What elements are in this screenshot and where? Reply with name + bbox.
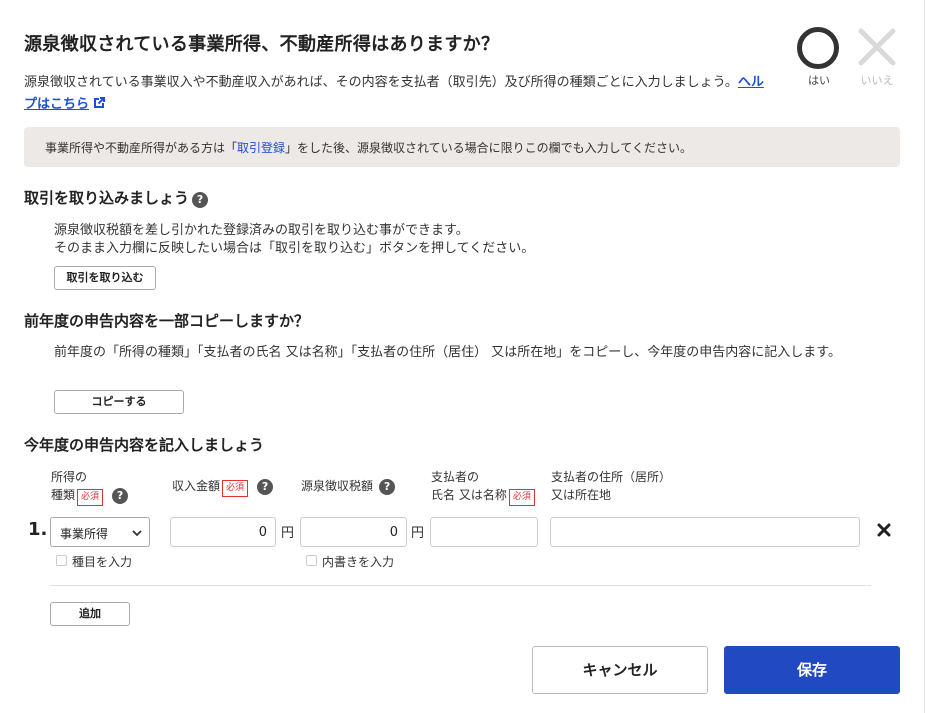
income-amount-input[interactable]: 0 <box>170 517 276 547</box>
income-yen-unit: 円 <box>281 526 295 541</box>
copy-heading: 前年度の申告内容を一部コピーしますか？ <box>24 312 310 330</box>
transaction-registration-link[interactable]: 取引登録 <box>237 141 285 155</box>
no-label[interactable]: いいえ <box>859 72 895 88</box>
dialog: 源泉徴収されている事業所得、不動産所得はありますか？ 源泉徴収されている事業収入… <box>0 0 925 713</box>
entry-heading: 今年度の申告内容を記入しましょう <box>24 436 265 454</box>
col-withholding-text: 源泉徴収税額 <box>301 479 374 493</box>
no-cross-icon[interactable] <box>855 25 899 69</box>
col-type-line2: 種類 <box>51 488 76 502</box>
import-heading-text: 取引を取り込みましょう <box>24 189 190 207</box>
import-text-line1: 源泉徴収税額を差し引かれた登録済みの取引を取り込む事ができます。 <box>54 223 469 238</box>
row-index: 1. <box>28 519 48 540</box>
col-withholding-label: 源泉徴収税額? <box>301 477 396 495</box>
chevron-down-icon <box>132 527 142 541</box>
type-checkbox-label: 種目を入力 <box>72 555 133 569</box>
save-button[interactable]: 保存 <box>724 646 900 694</box>
required-badge: 必須 <box>222 480 249 497</box>
col-payer-name-line2-row: 氏名 又は名称 必須 <box>431 486 535 506</box>
required-badge: 必須 <box>77 489 104 506</box>
col-payer-address-line2: 又は所在地 <box>551 488 612 502</box>
divider <box>50 585 871 586</box>
help-question-icon[interactable]: ? <box>112 488 129 504</box>
dialog-description: 源泉徴収されている事業収入や不動産収入があれば、その内容を支払者（取引先）及び所… <box>24 72 774 119</box>
col-payer-address-line1: 支払者の住所（居所） <box>551 470 672 484</box>
withholding-checkbox-label: 内書きを入力 <box>322 555 395 569</box>
income-type-value: 事業所得 <box>60 527 109 541</box>
external-link-icon[interactable] <box>91 95 107 119</box>
dialog-title: 源泉徴収されている事業所得、不動産所得はありますか？ <box>24 34 500 55</box>
import-transactions-button[interactable]: 取引を取り込む <box>54 266 156 290</box>
notice-suffix: 」をした後、源泉徴収されている場合に限りこの欄でも入力してください。 <box>285 141 692 155</box>
type-checkbox[interactable] <box>56 555 67 566</box>
income-type-select[interactable]: 事業所得 <box>50 517 150 547</box>
yes-circle-icon[interactable] <box>797 27 839 69</box>
col-type-line1: 所得の <box>51 470 88 484</box>
payer-name-input[interactable] <box>430 517 538 547</box>
col-income-amount-label: 収入金額 必須? <box>172 477 274 497</box>
col-income-type-label: 所得の 種類 必須? <box>51 468 129 506</box>
withholding-yen-unit: 円 <box>411 526 425 541</box>
help-question-icon[interactable]: ? <box>257 479 274 495</box>
delete-row-icon[interactable] <box>877 522 891 537</box>
col-type-line2-row: 種類 必須? <box>51 486 129 506</box>
description-text: 源泉徴収されている事業収入や不動産収入があれば、その内容を支払者（取引先）及び所… <box>24 75 738 90</box>
withholding-inclusive-checkbox[interactable] <box>306 555 317 566</box>
import-text-line2: そのまま入力欄に反映したい場合は「取引を取り込む」ボタンを押してください。 <box>54 241 535 256</box>
cancel-button[interactable]: キャンセル <box>532 646 708 694</box>
withholding-amount-input[interactable]: 0 <box>300 517 407 547</box>
col-income-text: 収入金額 <box>172 479 221 493</box>
copy-text: 前年度の「所得の種類」「支払者の氏名 又は名称」「支払者の住所（居住） 又は所在… <box>54 345 841 360</box>
help-question-icon[interactable]: ? <box>379 479 396 495</box>
col-payer-address-label: 支払者の住所（居所） 又は所在地 <box>551 468 671 504</box>
notice-prefix: 事業所得や不動産所得がある方は「 <box>45 141 238 155</box>
yes-label[interactable]: はい <box>806 72 832 88</box>
col-payer-name-label: 支払者の 氏名 又は名称 必須 <box>431 468 535 506</box>
help-question-icon[interactable]: ? <box>192 192 209 208</box>
copy-button[interactable]: コピーする <box>54 390 184 414</box>
notice-banner: 事業所得や不動産所得がある方は「取引登録」をした後、源泉徴収されている場合に限り… <box>24 127 900 167</box>
required-badge: 必須 <box>508 489 535 506</box>
import-heading: 取引を取り込みましょう? <box>24 187 209 208</box>
add-row-button[interactable]: 追加 <box>50 602 130 626</box>
col-payer-name-line1: 支払者の <box>431 470 480 484</box>
payer-address-input[interactable] <box>550 517 860 547</box>
col-payer-name-line2: 氏名 又は名称 <box>431 488 507 502</box>
